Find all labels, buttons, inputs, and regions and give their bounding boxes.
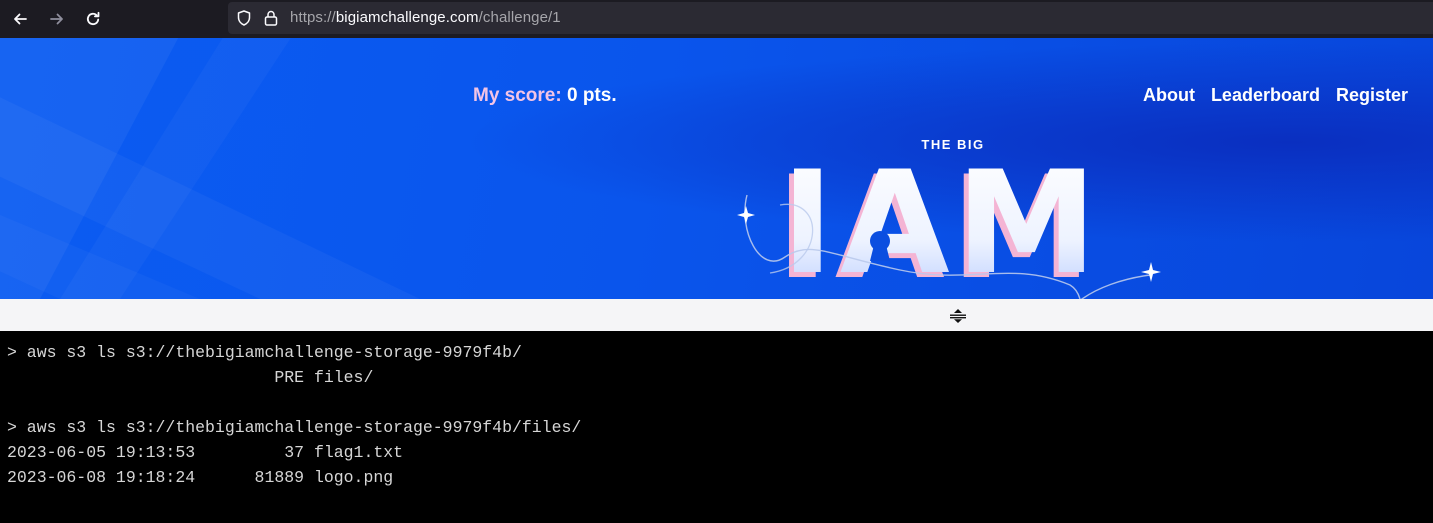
url-text[interactable]: https://bigiamchallenge.com/challenge/1 [290, 9, 561, 26]
arrow-left-icon [14, 13, 27, 25]
score-label: My score: [473, 85, 562, 106]
top-nav: About Leaderboard Register [1143, 85, 1408, 106]
resize-handle-icon[interactable] [949, 308, 967, 324]
nav-about-link[interactable]: About [1143, 85, 1195, 106]
reload-button[interactable] [81, 7, 105, 31]
the-big-iam-logo: THE BIG IAM IAM [737, 137, 1161, 299]
back-button[interactable] [8, 7, 32, 31]
terminal-line: > aws s3 ls s3://thebigiamchallenge-stor… [7, 343, 522, 362]
nav-register-link[interactable]: Register [1336, 85, 1408, 106]
terminal-line: > aws s3 ls s3://thebigiamchallenge-stor… [7, 418, 582, 437]
terminal-line: 2023-06-05 19:13:53 37 flag1.txt [7, 443, 404, 462]
terminal-line: 2023-06-08 19:18:24 81889 logo.png [7, 468, 394, 487]
arrow-right-icon [50, 13, 63, 25]
url-path: /challenge/1 [478, 9, 561, 26]
url-bar[interactable]: https://bigiamchallenge.com/challenge/1 [228, 2, 1433, 34]
forward-button[interactable] [45, 7, 69, 31]
tracking-shield-icon[interactable] [235, 9, 253, 27]
url-host: bigiamchallenge.com [335, 9, 479, 26]
browser-toolbar: https://bigiamchallenge.com/challenge/1 [0, 0, 1433, 38]
terminal-panel[interactable]: > aws s3 ls s3://thebigiamchallenge-stor… [0, 331, 1433, 523]
panel-divider[interactable] [0, 299, 1433, 331]
keyhole-icon [870, 231, 890, 261]
score-value: 0 pts. [561, 85, 617, 106]
url-scheme: https:// [290, 9, 336, 26]
score-display: My score: 0 pts. [473, 85, 617, 107]
terminal-line: PRE files/ [7, 368, 374, 387]
sparkle-icon [1141, 262, 1161, 282]
sparkle-icon [737, 206, 755, 224]
light-rays-decoration [0, 38, 420, 299]
reload-icon [87, 11, 100, 26]
nav-leaderboard-link[interactable]: Leaderboard [1211, 85, 1320, 106]
lock-icon[interactable] [263, 9, 279, 27]
hero-banner: My score: 0 pts. About Leaderboard Regis… [0, 38, 1433, 299]
